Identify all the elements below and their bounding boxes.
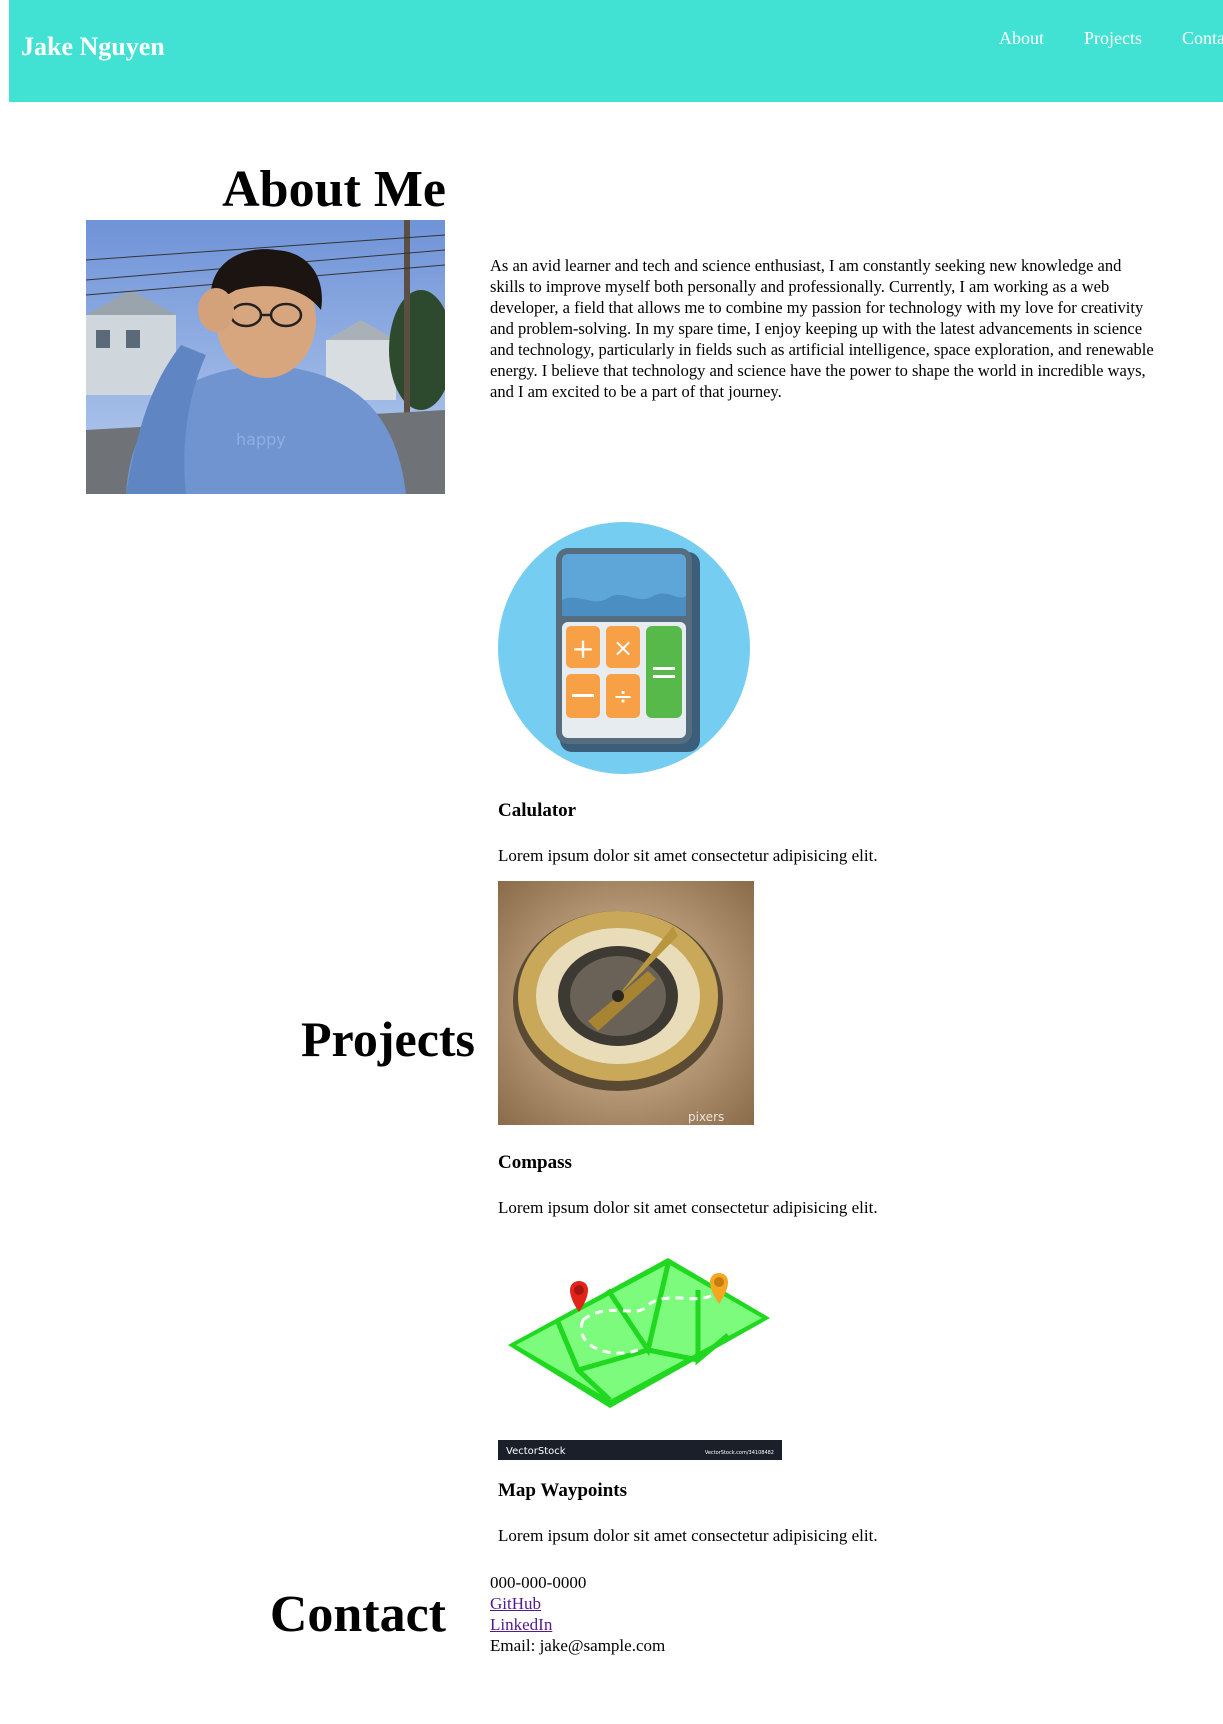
nav-about-link[interactable]: About (999, 28, 1044, 49)
github-link[interactable]: GitHub (490, 1593, 665, 1614)
map-watermark-left: VectorStock (506, 1446, 566, 1457)
linkedin-link[interactable]: LinkedIn (490, 1614, 665, 1635)
site-header: Jake Nguyen About Projects Contact (9, 0, 1223, 102)
project-title-calculator: Calulator (498, 800, 577, 821)
map-project-image: VectorStock VectorStock.com/34108482 (498, 1250, 782, 1465)
compass-project-image: pixers (498, 881, 754, 1130)
about-heading: About Me (222, 161, 446, 218)
svg-text:÷: ÷ (613, 682, 633, 710)
profile-photo: happy (86, 220, 445, 494)
project-desc-calculator: Lorem ipsum dolor sit amet consectetur a… (498, 846, 878, 865)
contact-heading: Contact (269, 1586, 446, 1643)
projects-heading: Projects (301, 1011, 475, 1067)
about-bio: As an avid learner and tech and science … (490, 256, 1154, 401)
nav-contact-link[interactable]: Contact (1182, 28, 1223, 49)
contact-email: Email: jake@sample.com (490, 1636, 666, 1655)
svg-text:+: + (571, 632, 594, 665)
contact-phone: 000-000-0000 (490, 1573, 587, 1592)
map-watermark-right: VectorStock.com/34108482 (705, 1450, 774, 1456)
main-nav: About Projects Contact (999, 28, 1223, 49)
svg-text:×: × (613, 634, 633, 662)
project-title-map: Map Waypoints (498, 1480, 627, 1501)
nav-projects-link[interactable]: Projects (1084, 28, 1142, 49)
svg-text:happy: happy (236, 430, 286, 449)
site-brand[interactable]: Jake Nguyen (21, 32, 165, 62)
compass-watermark: pixers (688, 1110, 724, 1124)
project-desc-compass: Lorem ipsum dolor sit amet consectetur a… (498, 1198, 878, 1217)
calculator-project-image: + × ÷ (498, 522, 750, 779)
contact-info: 000-000-0000 GitHub LinkedIn Email: jake… (490, 1572, 665, 1656)
project-desc-map: Lorem ipsum dolor sit amet consectetur a… (498, 1526, 878, 1545)
project-title-compass: Compass (498, 1152, 572, 1173)
